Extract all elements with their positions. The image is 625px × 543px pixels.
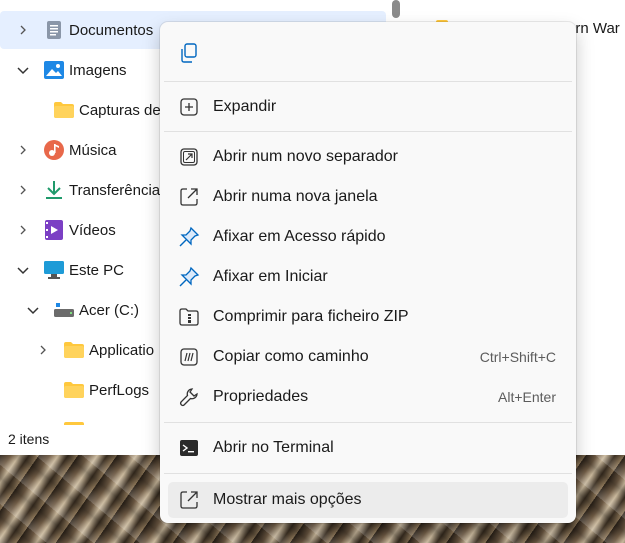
menu-item-expandir[interactable]: Expandir [168,89,568,125]
menu-separator [164,131,572,132]
status-bar-item-count: 2 itens [8,431,50,447]
chevron-down-icon[interactable] [26,303,40,317]
chevron-right-icon[interactable] [16,223,30,237]
nav-item-label: Imagens [69,61,127,79]
download-icon [44,180,64,200]
nav-scrollbar[interactable] [392,0,400,18]
documents-icon [44,20,64,40]
nav-item-label: Capturas de [79,101,161,119]
pictures-icon [44,60,64,80]
folder-icon [64,380,84,400]
computer-icon [44,260,64,280]
chevron-down-icon[interactable] [16,63,30,77]
folder-icon [64,420,84,425]
menu-item-properties[interactable]: Propriedades Alt+Enter [168,379,568,415]
open-new-window-icon [178,186,200,208]
shortcut-text: Alt+Enter [498,389,556,405]
wrench-icon [178,386,200,408]
chevron-right-icon[interactable] [16,183,30,197]
nav-item-label: Este PC [69,261,125,279]
nav-item-label: Vídeos [69,221,116,239]
chevron-right-icon[interactable] [36,343,50,357]
copy-path-icon [178,346,200,368]
menu-separator [164,473,572,474]
nav-item-label: Documentos [69,21,154,39]
nav-item-label: Applicatio [89,341,155,359]
context-menu: Expandir Abrir num novo separador Abrir … [160,22,576,523]
terminal-icon [178,437,200,459]
nav-item-label: P [89,422,99,426]
menu-separator [164,422,572,423]
zip-folder-icon [178,306,200,328]
expand-icon [178,96,200,118]
menu-item-compress-zip[interactable]: Comprimir para ficheiro ZIP [168,299,568,335]
videos-icon [44,220,64,240]
open-new-tab-icon [178,146,200,168]
show-more-options-icon [178,489,200,511]
menu-item-open-terminal[interactable]: Abrir no Terminal [168,430,568,466]
shortcut-text: Ctrl+Shift+C [479,349,556,365]
folder-icon [64,340,84,360]
menu-separator [164,81,572,82]
copy-icon[interactable] [178,42,200,64]
menu-item-open-new-tab[interactable]: Abrir num novo separador [168,139,568,175]
menu-item-open-new-window[interactable]: Abrir numa nova janela [168,179,568,215]
drive-icon [54,300,74,320]
menu-item-copy-path[interactable]: Copiar como caminho Ctrl+Shift+C [168,339,568,375]
pin-icon [178,266,200,288]
pin-icon [178,226,200,248]
chevron-right-icon[interactable] [16,23,30,37]
folder-icon [54,100,74,120]
nav-item-label: Transferências [69,181,168,199]
menu-item-pin-quick-access[interactable]: Afixar em Acesso rápido [168,219,568,255]
menu-item-show-more-options[interactable]: Mostrar mais opções [168,482,568,518]
chevron-down-icon[interactable] [16,263,30,277]
nav-item-label: PerfLogs [89,381,150,399]
menu-item-pin-start[interactable]: Afixar em Iniciar [168,259,568,295]
music-icon [44,140,64,160]
nav-item-label: Música [69,141,117,159]
chevron-right-icon[interactable] [16,143,30,157]
nav-item-label: Acer (C:) [79,301,139,319]
chevron-right-icon[interactable] [36,423,50,425]
